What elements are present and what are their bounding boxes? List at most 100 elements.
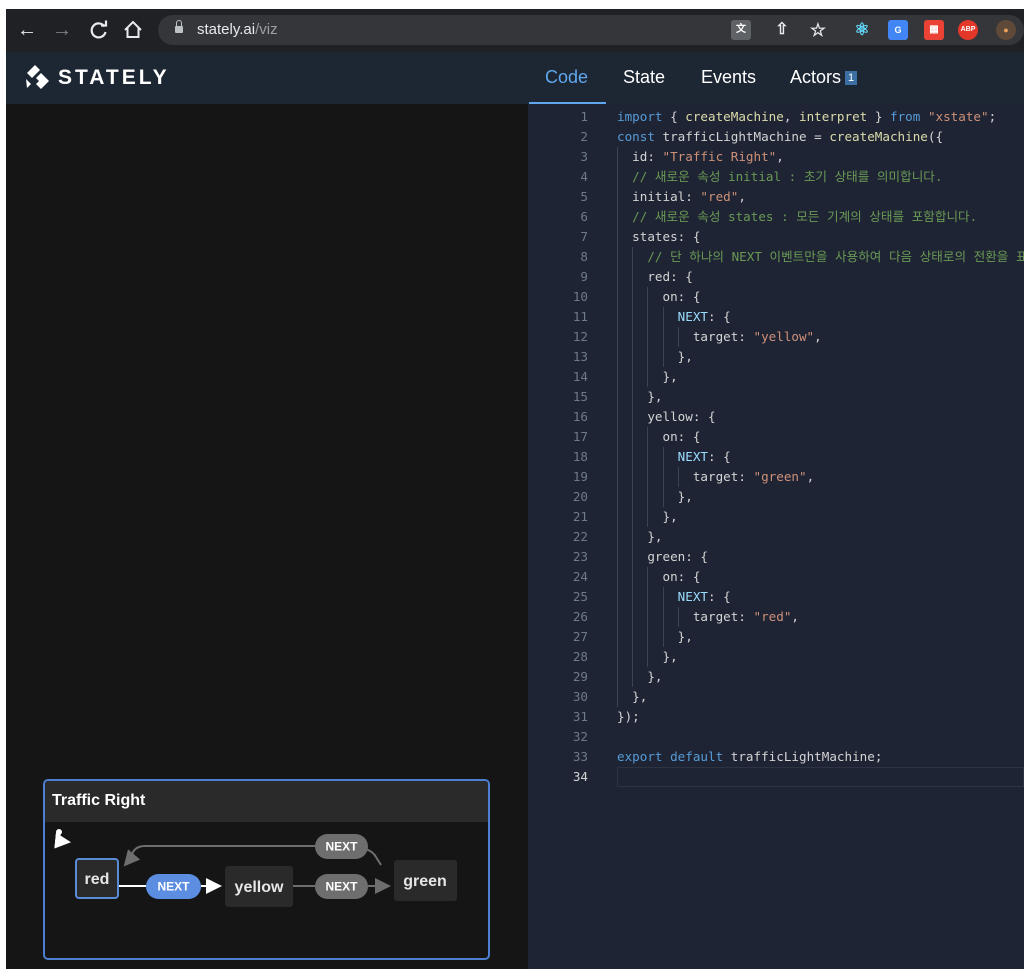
state-yellow[interactable]: yellow: [225, 866, 293, 907]
google-translate-icon[interactable]: G: [888, 20, 908, 40]
code-text: },: [617, 389, 663, 404]
indent-guide: [647, 427, 649, 447]
indent-guide: [617, 327, 618, 347]
code-text: states: {: [617, 229, 701, 244]
indent-guide: [632, 307, 634, 327]
code-line[interactable]: 30 },: [528, 687, 1024, 707]
profile-icon[interactable]: ●: [996, 20, 1016, 40]
indent-guide: [617, 467, 618, 487]
code-line[interactable]: 8 // 단 하나의 NEXT 이벤트만을 사용하여 다음 상태로의 전환을 표: [528, 247, 1024, 267]
line-number: 12: [572, 329, 588, 344]
indent-guide: [632, 267, 634, 287]
code-line[interactable]: 19 target: "green",: [528, 467, 1024, 487]
tab-actors[interactable]: Actors 1: [790, 67, 858, 104]
state-red[interactable]: red: [75, 858, 119, 899]
code-line[interactable]: 28 },: [528, 647, 1024, 667]
code-line[interactable]: 4 // 새로운 속성 initial : 초기 상태를 의미합니다.: [528, 167, 1024, 187]
back-arrow-icon[interactable]: ←: [14, 17, 40, 43]
code-line[interactable]: 13 },: [528, 347, 1024, 367]
indent-guide: [632, 607, 634, 627]
extension-icon[interactable]: ▦: [924, 20, 944, 40]
code-line[interactable]: 34: [528, 767, 1024, 787]
indent-guide: [617, 447, 618, 467]
code-line[interactable]: 23 green: {: [528, 547, 1024, 567]
code-line[interactable]: 26 target: "red",: [528, 607, 1024, 627]
code-line[interactable]: 7 states: {: [528, 227, 1024, 247]
code-line[interactable]: 32: [528, 727, 1024, 747]
indent-guide: [617, 167, 618, 187]
indent-guide: [662, 607, 664, 627]
indent-guide: [662, 467, 664, 487]
code-line[interactable]: 10 on: {: [528, 287, 1024, 307]
indent-guide: [647, 307, 649, 327]
code-line[interactable]: 3 id: "Traffic Right",: [528, 147, 1024, 167]
code-text: // 단 하나의 NEXT 이벤트만을 사용하여 다음 상태로의 전환을 표: [647, 249, 1024, 264]
code-text: },: [617, 629, 693, 644]
indent-guide: [617, 607, 618, 627]
code-line[interactable]: 27 },: [528, 627, 1024, 647]
code-line[interactable]: 16 yellow: {: [528, 407, 1024, 427]
event-next-yellow-to-green[interactable]: NEXT: [315, 874, 368, 899]
tab-events[interactable]: Events: [701, 67, 756, 104]
line-number: 16: [572, 409, 588, 424]
reload-icon[interactable]: [86, 17, 112, 43]
code-line[interactable]: 24 on: {: [528, 567, 1024, 587]
indent-guide: [662, 327, 664, 347]
indent-guide: [677, 327, 679, 347]
code-line[interactable]: 33 export default trafficLightMachine;: [528, 747, 1024, 767]
stately-logo-icon: [26, 65, 49, 89]
code-line[interactable]: 15 },: [528, 387, 1024, 407]
code-line[interactable]: 18 NEXT: {: [528, 447, 1024, 467]
forward-arrow-icon[interactable]: →: [49, 17, 75, 43]
code-text: },: [617, 669, 663, 684]
indent-guide: [617, 387, 618, 407]
brand-name: STATELY: [58, 66, 170, 89]
translate-icon[interactable]: 文: [731, 20, 751, 40]
state-green[interactable]: green: [394, 860, 457, 901]
home-icon[interactable]: [120, 17, 146, 43]
code-text: // 새로운 속성 initial : 초기 상태를 의미합니다.: [632, 169, 943, 184]
code-text: NEXT: {: [677, 309, 731, 324]
code-line[interactable]: 14 },: [528, 367, 1024, 387]
tab-state[interactable]: State: [623, 67, 665, 104]
share-icon[interactable]: ⇧: [772, 20, 792, 40]
code-line[interactable]: 2 const trafficLightMachine = createMachi…: [528, 127, 1024, 147]
event-next-green-to-red[interactable]: NEXT: [315, 834, 368, 859]
event-next-red-to-yellow[interactable]: NEXT: [146, 874, 201, 899]
adblock-plus-icon[interactable]: ABP: [958, 20, 978, 40]
code-text: on: {: [617, 289, 701, 304]
code-editor[interactable]: 1 import { createMachine, interpret } fro…: [528, 104, 1024, 969]
panel-tabs: Code State Events Actors 1: [528, 52, 1024, 104]
indent-guide: [647, 587, 649, 607]
code-line[interactable]: 31});: [528, 707, 1024, 727]
indent-guide: [632, 347, 634, 367]
line-number: 25: [572, 589, 588, 604]
code-line[interactable]: 29 },: [528, 667, 1024, 687]
tab-code[interactable]: Code: [528, 67, 607, 104]
code-line[interactable]: 20 },: [528, 487, 1024, 507]
indent-guide: [662, 307, 664, 327]
code-line[interactable]: 11 NEXT: {: [528, 307, 1024, 327]
code-line[interactable]: 1 import { createMachine, interpret } fro…: [528, 107, 1024, 127]
indent-guide: [632, 387, 634, 407]
url-text[interactable]: stately.ai/viz: [197, 21, 278, 38]
address-bar[interactable]: stately.ai/viz 文 ⇧ ☆ ⚛ G ▦ ABP ●: [158, 15, 1024, 45]
code-line[interactable]: 6 // 새로운 속성 states : 모든 기계의 상태를 포함합니다.: [528, 207, 1024, 227]
code-line[interactable]: 17 on: {: [528, 427, 1024, 447]
star-icon[interactable]: ☆: [808, 20, 828, 40]
code-line[interactable]: 9 red: {: [528, 267, 1024, 287]
line-number: 32: [572, 729, 588, 744]
line-number: 28: [572, 649, 588, 664]
code-line[interactable]: 25 NEXT: {: [528, 587, 1024, 607]
code-line[interactable]: 22 },: [528, 527, 1024, 547]
indent-guide: [617, 527, 618, 547]
react-devtools-icon[interactable]: ⚛: [852, 20, 872, 40]
line-number: 9: [580, 269, 588, 284]
code-line[interactable]: 5 initial: "red",: [528, 187, 1024, 207]
indent-guide: [617, 667, 618, 687]
indent-guide: [677, 607, 679, 627]
brand-bar: STATELY: [6, 52, 528, 104]
machine-node[interactable]: Traffic Right red yellow green NEXT NEXT…: [43, 779, 490, 960]
code-line[interactable]: 12 target: "yellow",: [528, 327, 1024, 347]
code-line[interactable]: 21 },: [528, 507, 1024, 527]
